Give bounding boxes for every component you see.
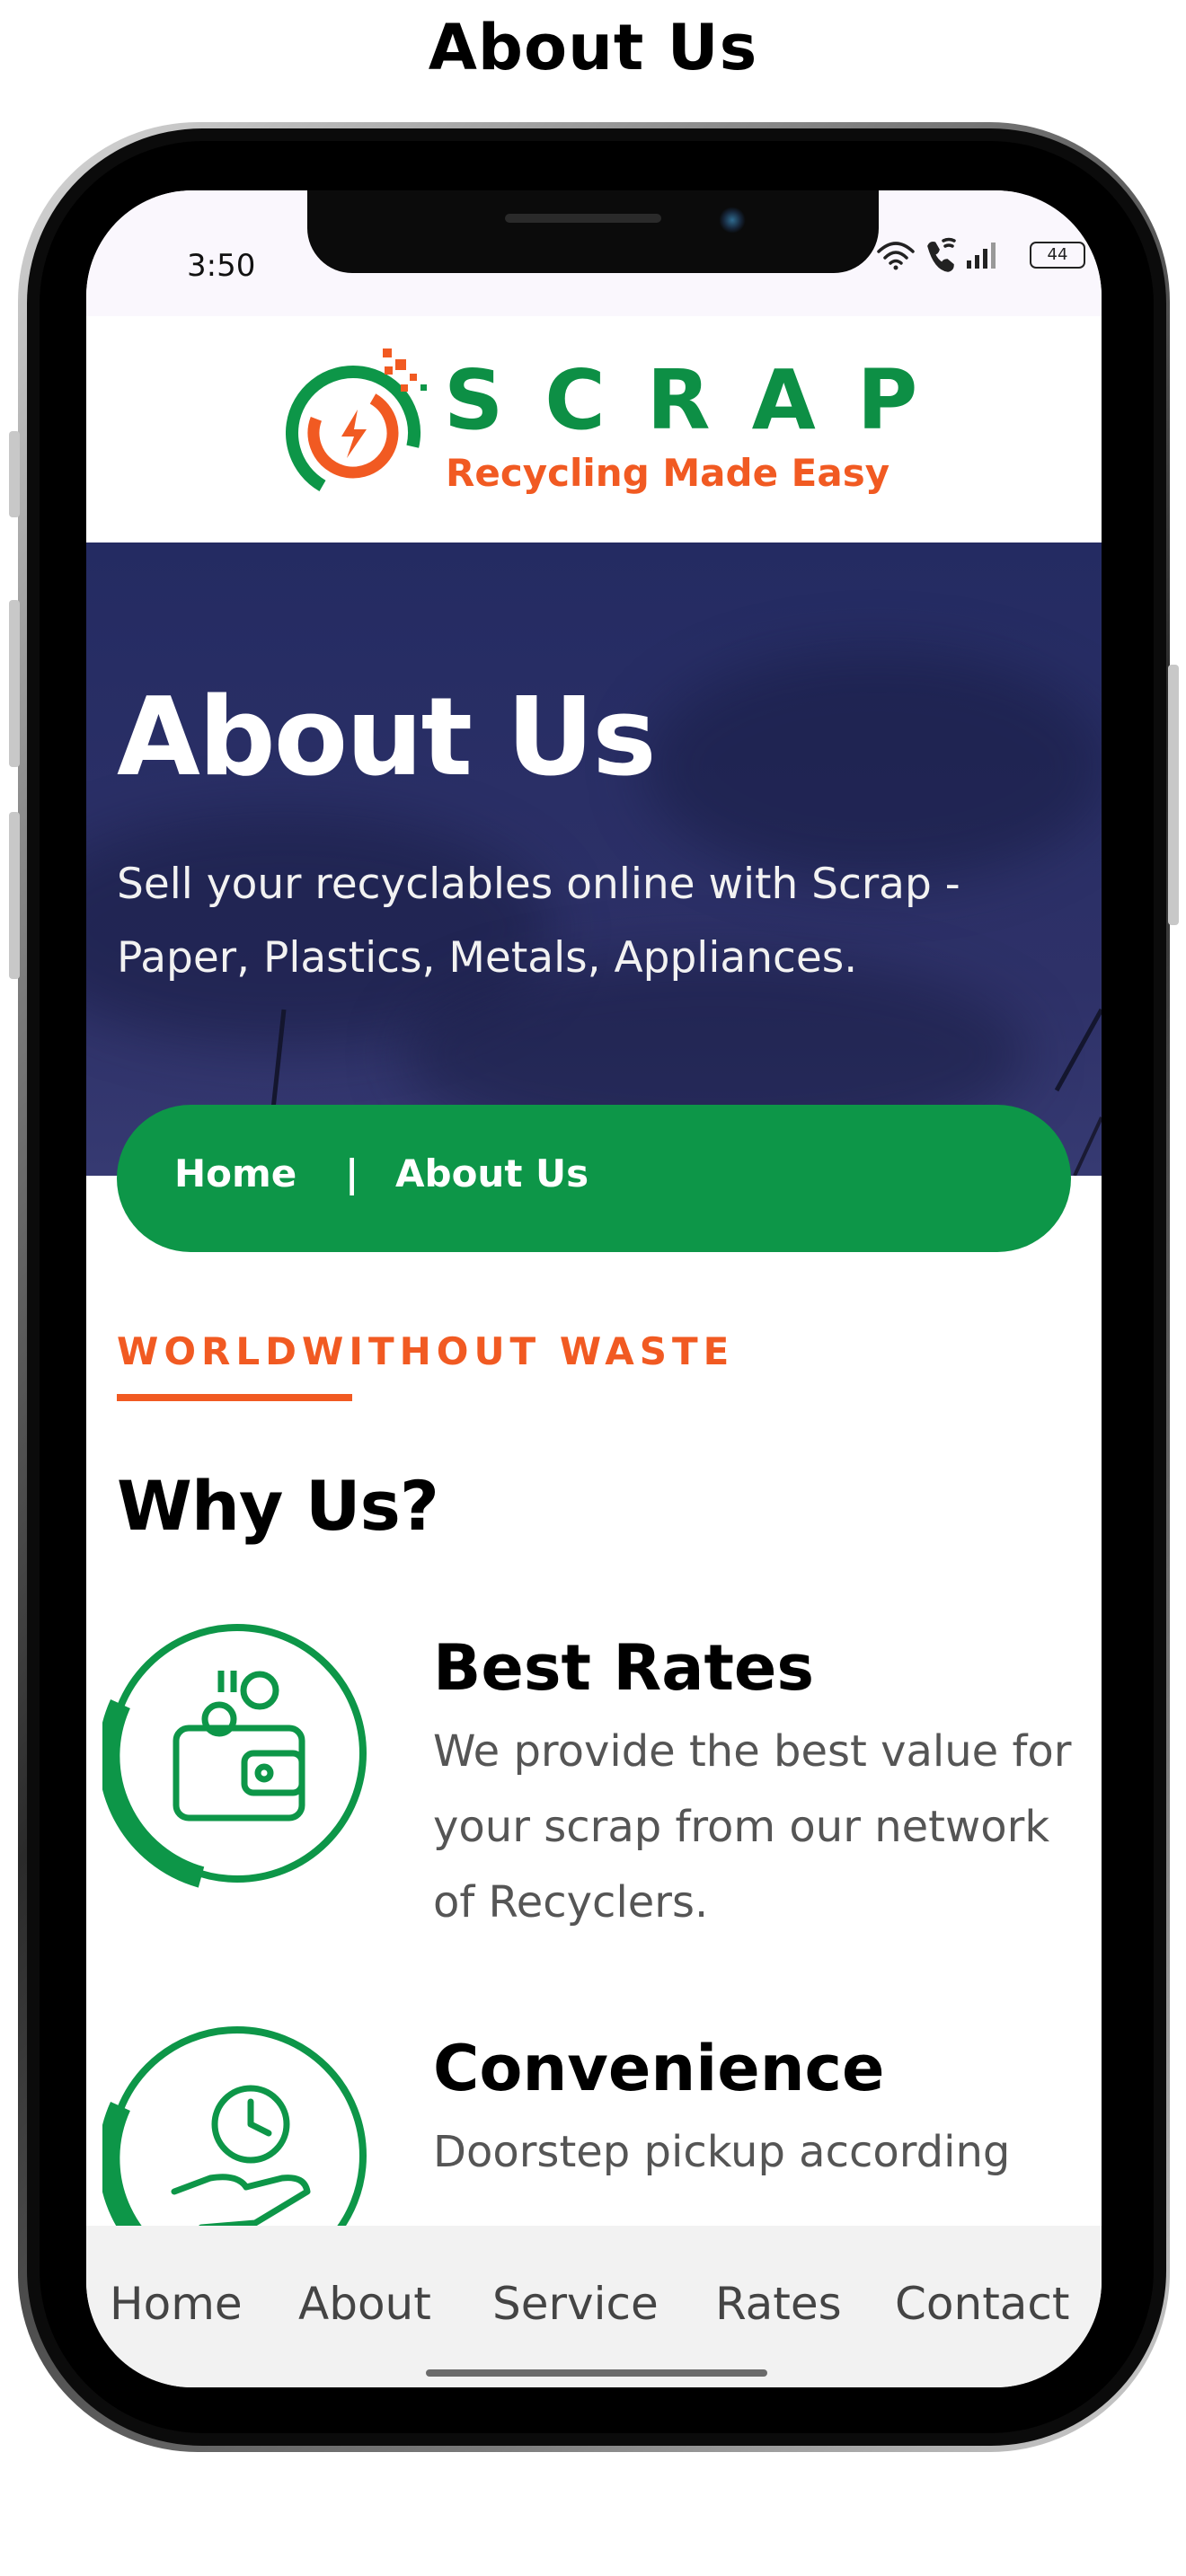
feature-title: Convenience [433, 2032, 885, 2105]
notch [307, 190, 879, 273]
wallet-coins-icon [102, 1624, 367, 1888]
battery-icon: 44 [1030, 242, 1085, 269]
status-time: 3:50 [187, 248, 256, 284]
feature-title: Best Rates [433, 1631, 815, 1705]
bolt-ring-logo-icon[interactable] [286, 343, 438, 505]
section-kicker: WORLDWITHOUT WASTE [117, 1329, 735, 1373]
hero-banner: About Us Sell your recyclables online wi… [86, 543, 1102, 1176]
breadcrumb: Home | About Us [117, 1105, 1071, 1252]
nav-about[interactable]: About [298, 2278, 431, 2330]
feature-description: Doorstep pickup according [433, 2127, 1011, 2177]
site-header: SCRAP Recycling Made Easy [86, 316, 1102, 543]
nav-contact[interactable]: Contact [895, 2278, 1070, 2330]
status-icons [877, 237, 996, 272]
bottom-navigation: Home About Service Rates Contact [86, 2226, 1102, 2387]
breadcrumb-home-link[interactable]: Home [174, 1151, 296, 1195]
volume-up-button [9, 600, 20, 767]
mute-switch [9, 431, 20, 517]
earpiece-speaker [505, 214, 661, 223]
wifi-icon [877, 242, 915, 270]
nav-service[interactable]: Service [492, 2278, 659, 2330]
status-bar: 3:50 44 [86, 190, 1102, 316]
brand-wordmark: SCRAP [444, 352, 960, 448]
hero-subtitle: Sell your recyclables online with Scrap … [117, 860, 960, 983]
wifi-call-icon [927, 237, 956, 272]
front-camera [719, 207, 746, 234]
nav-rates[interactable]: Rates [715, 2278, 842, 2330]
kicker-underline [117, 1394, 352, 1401]
feature-description: We provide the best value for your scrap… [433, 1726, 1072, 1928]
brand-tagline: Recycling Made Easy [446, 451, 890, 495]
signal-icon [967, 243, 996, 269]
breadcrumb-separator: | [345, 1151, 359, 1195]
breadcrumb-current: About Us [395, 1151, 589, 1195]
power-button [1168, 665, 1179, 925]
hero-title: About Us [117, 675, 657, 800]
section-heading: Why Us? [117, 1466, 439, 1546]
home-indicator[interactable] [426, 2369, 767, 2377]
volume-down-button [9, 812, 20, 979]
nav-home[interactable]: Home [110, 2278, 243, 2330]
phone-screen: 3:50 44 SCRAP Recycling Made Easy About … [86, 190, 1102, 2387]
page-title: About Us [428, 11, 758, 84]
